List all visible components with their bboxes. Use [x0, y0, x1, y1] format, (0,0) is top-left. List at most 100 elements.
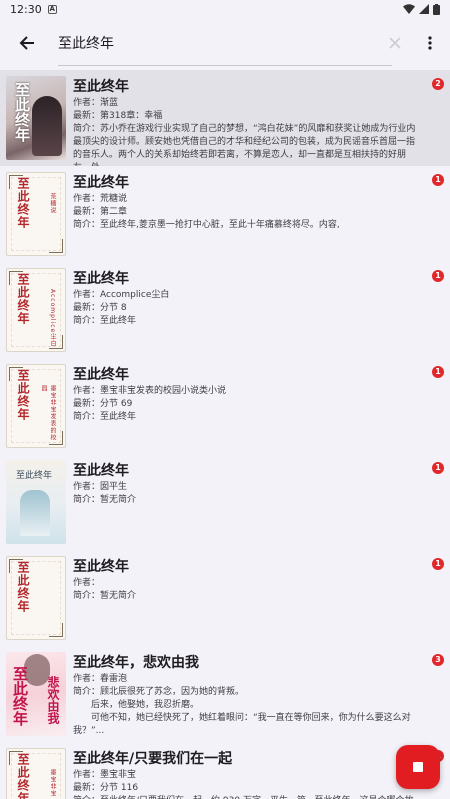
cover-title: 至此终年 — [11, 666, 29, 726]
book-latest-row: 最新：分节 116 — [73, 782, 420, 795]
book-title: 至此终年，悲欢由我 — [73, 655, 199, 671]
book-cover: 至此终年 — [6, 556, 66, 640]
cover-title: 至此终年 — [13, 82, 31, 142]
book-author: 墨宝非宝发表的校园小说类小说 — [100, 386, 227, 396]
latest-label: 最新： — [73, 303, 101, 313]
book-intro-row: 简介：至此终年 — [73, 411, 420, 424]
app-bar: 至此终年 — [0, 18, 450, 68]
latest-label: 最新： — [73, 783, 101, 793]
book-cover: 至此终年 墨宝非宝 — [6, 748, 66, 799]
book-info: 至此终年，悲欢由我作者：春雷泡简介：顾北辰很死了苏念，因为她的背叛。 后来，他娶… — [66, 652, 450, 742]
book-info: 至此终年/只要我们在一起作者：墨宝非宝最新：分节 116简介：至此终年/只要我们… — [66, 748, 450, 799]
book-author: 囡平生 — [100, 482, 128, 492]
intro-label: 简介： — [73, 412, 101, 422]
cover-ornament — [49, 623, 63, 637]
book-latest-chapter: 第318章：幸福 — [100, 111, 163, 121]
more-vert-icon — [428, 36, 432, 50]
stop-icon — [413, 762, 423, 772]
book-info: 至此终年 作者：渐蓝 最新：第318章：幸福 简介：苏小乔在游戏行业实现了自己的梦想，… — [66, 76, 450, 166]
book-intro-row: 简介：暂无简介 — [73, 590, 420, 603]
book-title: 至此终年 — [73, 175, 129, 191]
book-author: 墨宝非宝 — [100, 770, 137, 780]
book-latest-row: 最新：分节 8 — [73, 302, 420, 315]
cover-title: 至此终年 — [16, 753, 30, 799]
book-intro-row: 简介：苏小乔在游戏行业实现了自己的梦想，“鸿白花妹”的风靡和获奖让她成为行业内最… — [73, 123, 420, 166]
source-count-badge: 2 — [432, 78, 444, 90]
cover-author: 荒糖说 — [49, 193, 56, 214]
book-latest-chapter: 分节 116 — [100, 783, 139, 793]
book-title: 至此终年/只要我们在一起 — [73, 751, 233, 767]
book-author-row: 作者：囡平生 — [73, 481, 420, 494]
cover-author: 墨宝非宝 — [49, 769, 56, 797]
wifi-icon — [403, 4, 415, 14]
source-count-badge: 1 — [432, 366, 444, 378]
latest-label: 最新： — [73, 399, 101, 409]
arrow-left-icon — [19, 36, 34, 50]
cover-figure — [32, 96, 62, 156]
source-count-badge: 1 — [432, 558, 444, 570]
signal-icon — [419, 4, 429, 14]
intro-label: 简介： — [73, 124, 101, 134]
book-result-item[interactable]: 至此终年 至此终年 作者：囡平生 简介：暂无简介 1 — [0, 454, 450, 550]
stop-search-button[interactable] — [396, 745, 440, 789]
book-intro-row: 简介：顾北辰很死了苏念，因为她的背叛。 后来，他娶她，我忍折磨。 可他不知，她已… — [73, 686, 420, 738]
search-query[interactable]: 至此终年 — [58, 33, 384, 53]
book-intro: 至此终年 — [100, 316, 137, 326]
author-label: 作者： — [73, 386, 101, 396]
book-cover: 至此终年 悲欢由我 — [6, 652, 66, 736]
author-label: 作者： — [73, 290, 101, 300]
source-count-badge: 3 — [432, 654, 444, 666]
book-result-item[interactable]: 至此终年 至此终年 作者： 简介：暂无简介 1 — [0, 550, 450, 646]
book-result-item[interactable]: 至此终年 Accomplice尘白 至此终年 作者：Accomplice尘白 最新：分节… — [0, 262, 450, 358]
latest-label: 最新： — [73, 111, 101, 121]
author-label: 作者： — [73, 770, 101, 780]
book-intro: 暂无简介 — [100, 591, 137, 601]
book-cover: 至此终年 荒糖说 — [6, 172, 66, 256]
book-author: 荒糖说 — [100, 194, 128, 204]
book-title: 至此终年 — [73, 367, 129, 383]
source-count-badge: 1 — [432, 270, 444, 282]
author-label: 作者： — [73, 674, 101, 684]
book-intro-row: 简介：至此终年,菱京墨一抢打中心脏，至此十年痛慕终将尽。内容, — [73, 219, 420, 232]
cover-subtitle: 悲欢由我 — [46, 676, 60, 724]
book-result-item[interactable]: 至此终年 墨宝非宝发表的校园 至此终年 作者：墨宝非宝发表的校园小说类小说 最新：分节 … — [0, 358, 450, 454]
book-author-row: 作者：荒糖说 — [73, 193, 420, 206]
cover-title: 至此终年 — [16, 471, 53, 481]
book-result-item[interactable]: 至此终年 至此终年 作者：渐蓝 最新：第318章：幸福 简介：苏小乔在游戏行业实现了自己… — [0, 70, 450, 166]
author-label: 作者： — [73, 194, 101, 204]
book-intro-row: 简介：至此终年/只要我们在一起，约 930 万字，平生，篇 · 至此终年，这是个… — [73, 795, 420, 799]
book-info: 至此终年 作者：囡平生 简介：暂无简介 — [66, 460, 450, 550]
intro-label: 简介： — [73, 495, 101, 505]
latest-label: 最新： — [73, 207, 101, 217]
book-intro-row: 简介：至此终年 — [73, 315, 420, 328]
book-latest-row: 最新：第二章 — [73, 206, 420, 219]
cover-ornament — [49, 239, 63, 253]
book-author: 春雷泡 — [100, 674, 128, 684]
cover-figure — [20, 490, 50, 536]
source-count-badge: 1 — [432, 174, 444, 186]
book-author-row: 作者：墨宝非宝发表的校园小说类小说 — [73, 385, 420, 398]
battery-icon — [433, 3, 440, 15]
status-time: 12:30 — [10, 2, 42, 16]
book-cover: 至此终年 — [6, 76, 66, 160]
book-author-row: 作者：Accomplice尘白 — [73, 289, 420, 302]
book-result-item[interactable]: 至此终年 悲欢由我 至此终年，悲欢由我作者：春雷泡简介：顾北辰很死了苏念，因为她的背… — [0, 646, 450, 742]
book-result-item[interactable]: 至此终年墨宝非宝至此终年/只要我们在一起作者：墨宝非宝最新：分节 116简介：至… — [0, 742, 450, 799]
author-label: 作者： — [73, 482, 101, 492]
book-latest-row: 最新：分节 69 — [73, 398, 420, 411]
intro-label: 简介： — [73, 591, 101, 601]
book-latest-row: 最新：第318章：幸福 — [73, 110, 420, 123]
cover-title: 至此终年 — [16, 273, 30, 325]
book-cover: 至此终年 Accomplice尘白 — [6, 268, 66, 352]
book-intro: 至此终年,菱京墨一抢打中心脏，至此十年痛慕终将尽。内容, — [100, 220, 340, 230]
book-author-row: 作者： — [73, 577, 420, 590]
book-intro: 至此终年 — [100, 412, 137, 422]
more-options-button[interactable] — [418, 28, 442, 58]
book-result-item[interactable]: 至此终年 荒糖说 至此终年 作者：荒糖说 最新：第二章 简介：至此终年,菱京墨一抢打中心脏… — [0, 166, 450, 262]
book-latest-chapter: 分节 69 — [100, 399, 133, 409]
clear-search-button[interactable] — [384, 32, 406, 54]
book-title: 至此终年 — [73, 559, 129, 575]
back-button[interactable] — [12, 28, 42, 58]
book-title: 至此终年 — [73, 79, 129, 95]
book-intro: 苏小乔在游戏行业实现了自己的梦想，“鸿白花妹”的风靡和获奖让她成为行业内最顶尖的… — [73, 124, 416, 166]
